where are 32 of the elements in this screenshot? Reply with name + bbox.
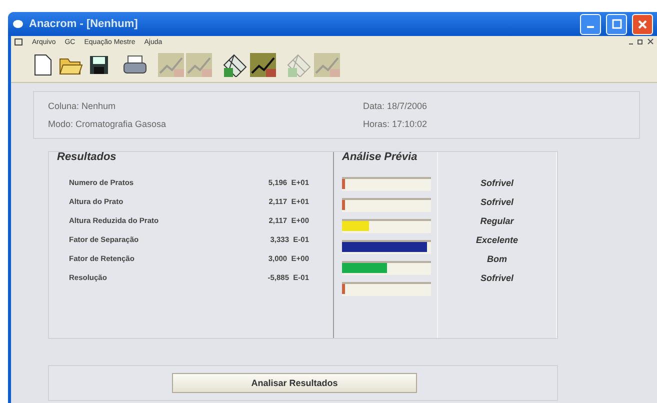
close-button[interactable] xyxy=(632,14,653,34)
document-icon xyxy=(14,38,23,46)
maximize-button[interactable] xyxy=(606,14,627,34)
rating-label: Regular xyxy=(479,215,515,228)
chart-icon xyxy=(250,53,276,77)
save-icon xyxy=(89,55,109,75)
window-title: Anacrom - [Nenhum] xyxy=(29,18,139,30)
analyze-button[interactable]: Analisar Resultados xyxy=(172,373,417,393)
date-label: Data: 18/7/2006 xyxy=(363,101,428,111)
new-file-icon xyxy=(34,54,52,76)
chart-icon xyxy=(158,53,184,77)
analysis-title: Análise Prévia xyxy=(342,151,418,165)
close-icon xyxy=(638,20,647,28)
mdi-controls-icon[interactable] xyxy=(628,38,654,46)
chart-icon xyxy=(186,53,212,77)
grid-chart-icon xyxy=(286,53,312,77)
results-title: Resultados xyxy=(57,151,118,165)
printer-icon xyxy=(123,55,147,75)
rating-label: Sofrivel xyxy=(479,196,515,209)
grid-chart-icon xyxy=(222,53,248,77)
minimize-button[interactable] xyxy=(580,14,601,34)
rating-label: Excelente xyxy=(474,234,520,247)
rating-label: Sofrivel xyxy=(479,272,515,285)
rating-label: Bom xyxy=(486,253,508,266)
app-icon xyxy=(12,19,24,29)
rating-label: Sofrivel xyxy=(479,177,515,190)
time-label: Horas: 17:10:02 xyxy=(363,119,428,129)
toolbar-button[interactable] xyxy=(249,51,277,79)
chart-icon xyxy=(314,53,340,77)
maximize-icon xyxy=(612,19,622,29)
mode-label: Modo: Cromatografia Gasosa xyxy=(48,119,168,129)
column-label: Coluna: Nenhum xyxy=(48,101,117,111)
